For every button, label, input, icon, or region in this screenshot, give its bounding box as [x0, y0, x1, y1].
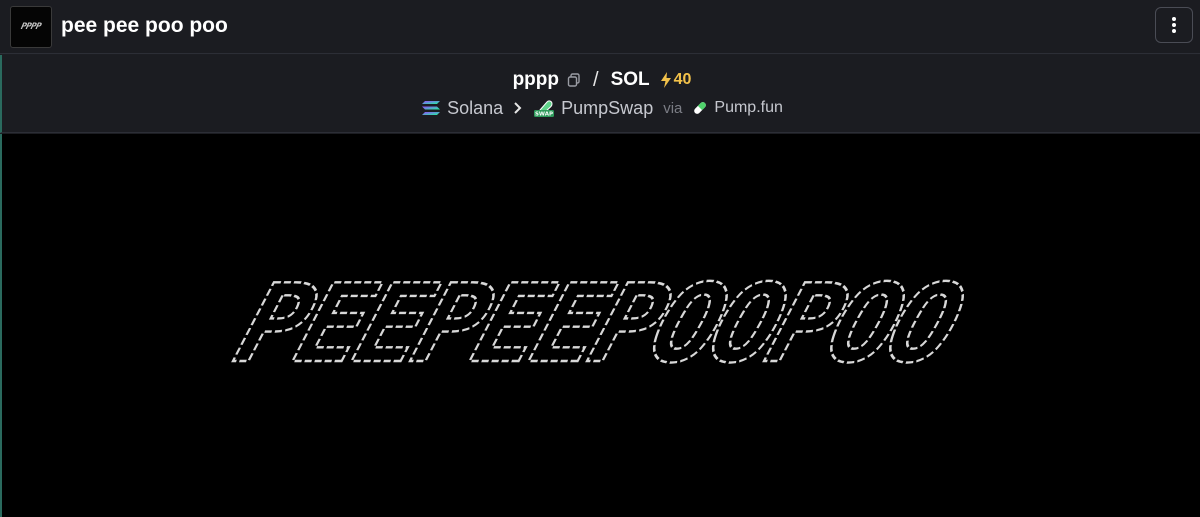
pair-row: pppp / SOL 40 [2, 67, 1200, 93]
chain-link[interactable]: Solana [421, 98, 503, 119]
banner-ascii-art: PEEPEEPOOPOO [222, 263, 977, 383]
token-title: pee pee poo poo [61, 14, 228, 37]
launchpad-name: Pump.fun [714, 99, 783, 116]
pumpswap-icon: SWAP [534, 100, 555, 118]
boost-badge[interactable]: 40 [660, 71, 692, 89]
pair-separator: / [593, 68, 599, 91]
pair-info-bar: pppp / SOL 40 Solana SWAP PumpSwap via P… [0, 55, 1200, 133]
app-header: PPPP pee pee poo poo [0, 0, 1200, 54]
quote-symbol: SOL [610, 69, 650, 90]
vertical-ellipsis-icon [1172, 17, 1176, 33]
svg-text:SWAP: SWAP [535, 112, 553, 118]
dex-name: PumpSwap [561, 97, 654, 118]
token-logo[interactable]: PPPP [10, 6, 52, 48]
pill-icon [694, 102, 707, 114]
base-symbol: pppp [512, 69, 559, 90]
lightning-bolt-icon [660, 72, 671, 88]
svg-text:PEEPEEPOOPOO: PEEPEEPOOPOO [224, 263, 976, 383]
more-menu-button[interactable] [1155, 7, 1193, 43]
boost-count: 40 [673, 71, 692, 88]
chain-name: Solana [447, 97, 504, 118]
via-label: via [663, 99, 683, 117]
copy-icon[interactable] [567, 73, 581, 87]
launchpad-link[interactable]: Pump.fun [692, 99, 783, 117]
route-breadcrumb: Solana SWAP PumpSwap via Pump.fun [2, 96, 1200, 120]
chevron-right-icon [514, 102, 522, 114]
token-logo-text: PPPP [20, 22, 42, 32]
dex-link[interactable]: SWAP PumpSwap [533, 98, 653, 119]
solana-icon [422, 101, 441, 115]
